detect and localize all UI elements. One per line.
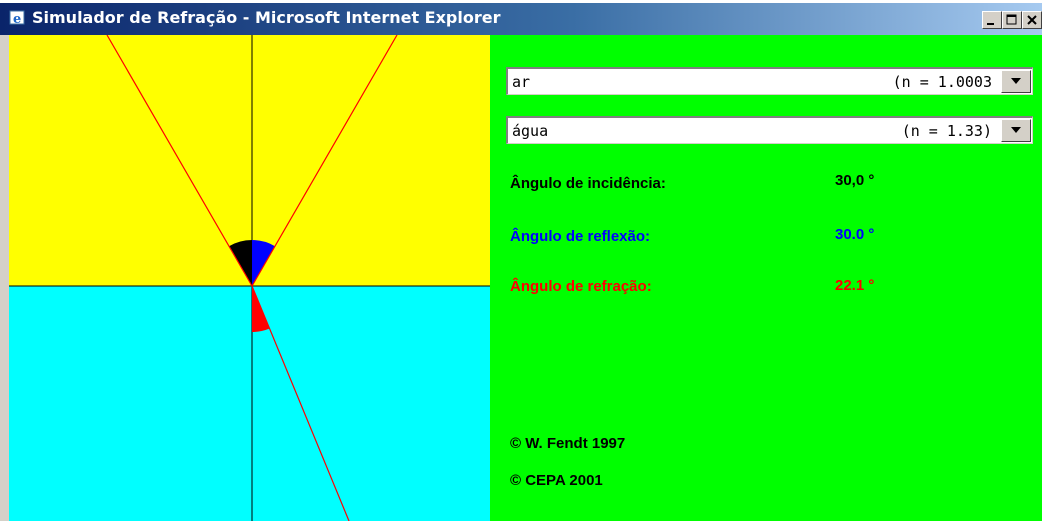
minimize-button[interactable] bbox=[982, 11, 1002, 29]
title-bar: e Simulador de Refração - Microsoft Inte… bbox=[0, 0, 1042, 35]
window-title: Simulador de Refração - Microsoft Intern… bbox=[32, 8, 501, 27]
minimize-icon bbox=[987, 23, 994, 25]
internet-explorer-icon: e bbox=[9, 10, 25, 27]
close-button[interactable] bbox=[1022, 11, 1042, 29]
refraction-canvas[interactable] bbox=[0, 35, 490, 521]
medium1-value: ar bbox=[512, 73, 531, 91]
control-panel: ar (n = 1.0003 água (n = 1.33) Ângulo de… bbox=[490, 35, 1042, 521]
medium1-dropdown-button[interactable] bbox=[1001, 70, 1031, 93]
refraction-angle-value: 22.1 ° bbox=[835, 277, 875, 294]
medium2-value: água bbox=[512, 122, 549, 140]
reflection-angle-value: 30.0 ° bbox=[835, 226, 875, 243]
medium2-index: (n = 1.33) bbox=[901, 122, 992, 140]
maximize-icon bbox=[1006, 14, 1017, 25]
lower-medium-area bbox=[9, 286, 490, 521]
chevron-down-icon bbox=[1011, 127, 1021, 133]
credit-fendt: © W. Fendt 1997 bbox=[510, 435, 626, 452]
chevron-down-icon bbox=[1011, 78, 1021, 84]
incidence-angle-label: Ângulo de incidência: bbox=[510, 175, 666, 192]
maximize-button[interactable] bbox=[1002, 11, 1022, 29]
svg-text:e: e bbox=[13, 12, 21, 27]
close-icon bbox=[1027, 15, 1037, 25]
medium1-index: (n = 1.0003 bbox=[892, 73, 992, 91]
medium2-select[interactable]: água (n = 1.33) bbox=[506, 116, 1033, 144]
credit-cepa: © CEPA 2001 bbox=[510, 472, 603, 489]
refraction-angle-label: Ângulo de refração: bbox=[510, 278, 652, 295]
medium2-dropdown-button[interactable] bbox=[1001, 119, 1031, 142]
reflection-angle-label: Ângulo de reflexão: bbox=[510, 228, 651, 245]
medium1-select[interactable]: ar (n = 1.0003 bbox=[506, 67, 1033, 95]
incidence-angle-value: 30,0 ° bbox=[835, 172, 875, 189]
